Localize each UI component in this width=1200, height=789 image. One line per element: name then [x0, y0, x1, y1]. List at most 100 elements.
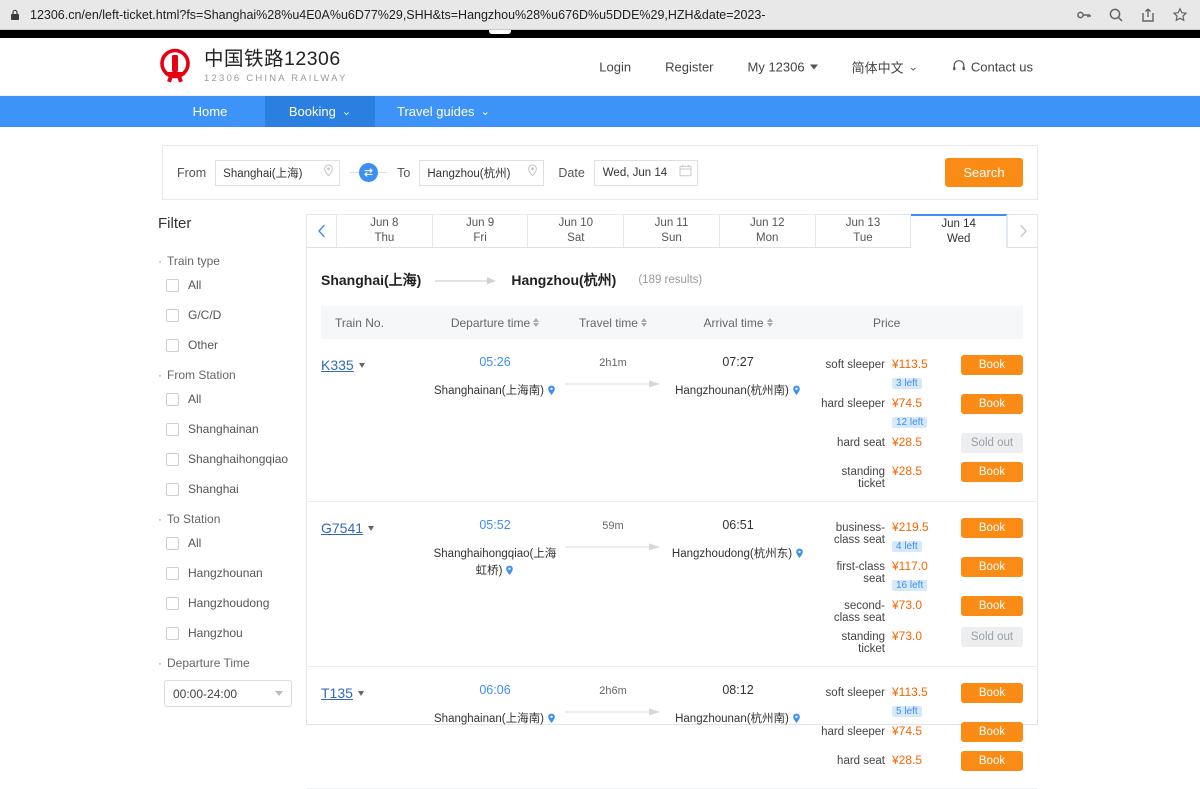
nav-language[interactable]: 简体中文 ⌄: [835, 57, 935, 76]
filter-fromstation-shanghainan[interactable]: Shanghainan: [166, 422, 300, 436]
book-button[interactable]: Book: [961, 596, 1023, 616]
checkbox-icon[interactable]: [166, 308, 179, 322]
checkbox-icon[interactable]: [166, 452, 179, 466]
checkbox-icon[interactable]: [166, 278, 179, 292]
filter-tostation-hangzhounan[interactable]: Hangzhounan: [166, 566, 300, 580]
train-no-link[interactable]: T135: [321, 685, 353, 701]
date-tab-jun-12[interactable]: Jun 12 Mon: [719, 214, 816, 247]
table-row: G7541 05:52 Shanghaihongqiao(上海虹桥) 59m 0…: [307, 502, 1037, 667]
date-tab-jun-9[interactable]: Jun 9 Fri: [432, 214, 529, 247]
bookmark-star-icon[interactable]: [1172, 6, 1188, 23]
checkbox-icon[interactable]: [166, 536, 179, 550]
sort-icon[interactable]: [766, 318, 773, 327]
from-station-value: Shanghai(上海): [223, 167, 303, 180]
seat-type: first-class seat: [836, 561, 885, 585]
main-navigation: Home Booking ⌄ Travel guides ⌄: [0, 96, 1200, 127]
chevron-down-icon[interactable]: [357, 691, 364, 697]
date-input[interactable]: Wed, Jun 14: [593, 159, 698, 186]
filter-group-departure-time-label: Departure Time: [167, 656, 250, 670]
checkbox-icon[interactable]: [166, 626, 179, 640]
date-tab-jun-14[interactable]: Jun 14 Wed: [911, 214, 1008, 248]
filter-tostation-hangzhoudong[interactable]: Hangzhoudong: [166, 596, 300, 610]
filter-sidebar: Filter · Train type All G/C/D Other · Fr…: [158, 215, 300, 707]
seat-price-block: ¥117.0 16 left: [885, 557, 947, 593]
nav-booking[interactable]: Booking ⌄: [265, 96, 375, 127]
filter-traintype-other[interactable]: Other: [166, 338, 300, 352]
share-icon[interactable]: [1140, 7, 1156, 23]
to-station-input[interactable]: Hangzhou(杭州): [419, 159, 545, 186]
seat-price: ¥73.0: [892, 598, 923, 612]
filter-fromstation-all[interactable]: All: [166, 392, 300, 406]
from-station-input[interactable]: Shanghai(上海): [215, 159, 341, 186]
filter-tostation-hangzhou[interactable]: Hangzhou: [166, 626, 300, 640]
seat-line: soft sleeper ¥113.5 5 left Book: [821, 683, 1023, 719]
date-tab-jun-13[interactable]: Jun 13 Tue: [815, 214, 912, 247]
browser-strip: [0, 30, 1200, 38]
travel-arrow-icon: [561, 704, 665, 722]
nav-travel-guides[interactable]: Travel guides ⌄: [375, 96, 512, 127]
filter-fromstation-shanghai[interactable]: Shanghai: [166, 482, 300, 496]
book-button[interactable]: Book: [961, 722, 1023, 742]
departure-station-text: Shanghainan(上海南): [434, 385, 544, 397]
date-tab-date: Jun 12: [749, 217, 785, 230]
arrival-time: 08:12: [722, 683, 754, 697]
filter-group-to-station-label: To Station: [167, 512, 221, 526]
site-logo[interactable]: 中国铁路12306 12306 CHINA RAILWAY: [155, 47, 348, 87]
seats-left-badge: 16 left: [892, 580, 928, 591]
filter-fromstation-shanghaihongqiao[interactable]: Shanghaihongqiao: [166, 452, 300, 466]
book-button[interactable]: Book: [961, 462, 1023, 482]
checkbox-icon[interactable]: [166, 482, 179, 496]
checkbox-icon[interactable]: [166, 338, 179, 352]
chevron-down-icon[interactable]: [368, 526, 375, 532]
date-tab-bar: Jun 8 Thu Jun 9 Fri Jun 10 Sat Jun 11 Su…: [307, 214, 1038, 248]
sold-out-button: Sold out: [961, 627, 1023, 647]
date-tab-jun-10[interactable]: Jun 10 Sat: [528, 214, 625, 247]
departure-time-select[interactable]: 00:00-24:00: [164, 680, 292, 707]
book-button[interactable]: Book: [961, 557, 1023, 577]
book-button[interactable]: Book: [961, 751, 1023, 771]
book-button[interactable]: Book: [961, 683, 1023, 703]
checkbox-icon[interactable]: [166, 566, 179, 580]
key-icon[interactable]: [1076, 7, 1092, 23]
filter-traintype-all[interactable]: All: [166, 278, 300, 292]
nav-my12306[interactable]: My 12306: [731, 59, 835, 74]
date-tab-jun-8[interactable]: Jun 8 Thu: [337, 214, 433, 247]
checkbox-icon[interactable]: [166, 422, 179, 436]
column-departure-time[interactable]: Departure time: [429, 316, 561, 330]
checkbox-icon[interactable]: [166, 596, 179, 610]
arrival-cell: 08:12 Hangzhounan(杭州南): [665, 683, 811, 780]
price-cell: soft sleeper ¥113.5 3 left Book hard sle…: [811, 355, 1023, 493]
url-text[interactable]: 12306.cn/en/left-ticket.html?fs=Shanghai…: [30, 8, 1076, 22]
book-button[interactable]: Book: [961, 355, 1023, 375]
nav-register[interactable]: Register: [648, 59, 730, 74]
column-arrival-time[interactable]: Arrival time: [665, 316, 811, 330]
next-dates-button[interactable]: [1007, 214, 1038, 247]
swap-icon[interactable]: [359, 163, 379, 182]
swap-stations-control[interactable]: [350, 163, 388, 182]
date-tab-jun-11[interactable]: Jun 11 Sun: [624, 214, 720, 247]
seat-price: ¥117.0: [892, 559, 928, 573]
seat-price: ¥113.5: [892, 685, 928, 699]
nav-contact-us[interactable]: Contact us: [935, 58, 1050, 75]
train-no-link[interactable]: G7541: [321, 520, 363, 536]
filter-traintype-gcd[interactable]: G/C/D: [166, 308, 300, 322]
sort-icon[interactable]: [640, 318, 647, 327]
date-tab-date: Jun 9: [466, 217, 495, 230]
nav-home[interactable]: Home: [155, 96, 265, 127]
filter-tostation-all[interactable]: All: [166, 536, 300, 550]
book-button[interactable]: Book: [961, 518, 1023, 538]
chevron-down-icon[interactable]: [358, 363, 365, 369]
checkbox-icon[interactable]: [166, 392, 179, 406]
book-button[interactable]: Book: [961, 394, 1023, 414]
prev-dates-button[interactable]: [307, 214, 337, 247]
column-travel-time[interactable]: Travel time: [561, 316, 665, 330]
train-no-link[interactable]: K335: [321, 357, 354, 373]
sort-icon[interactable]: [533, 318, 540, 327]
search-icon[interactable]: [1108, 7, 1124, 23]
browser-toolbar-icons: [1076, 6, 1192, 23]
nav-login[interactable]: Login: [582, 59, 648, 74]
arrival-station: Hangzhounan(杭州南): [665, 711, 811, 730]
train-no-cell: K335: [321, 355, 429, 493]
date-tab-day: Tue: [853, 232, 873, 244]
search-button[interactable]: Search: [945, 158, 1023, 187]
